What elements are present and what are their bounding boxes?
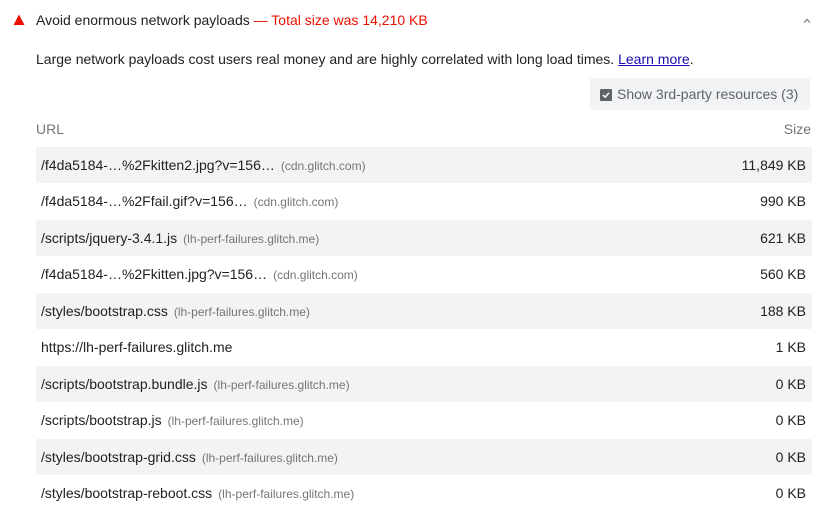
resource-origin: (lh-perf-failures.glitch.me)	[183, 231, 320, 246]
table-row: /scripts/jquery-3.4.1.js (lh-perf-failure…	[36, 219, 812, 257]
resource-size: 0 KB	[775, 484, 806, 501]
column-header-size: Size	[783, 121, 811, 137]
table-row: /styles/bootstrap.css (lh-perf-failures.g…	[36, 292, 812, 330]
column-header-url: URL	[36, 121, 65, 137]
resource-table: /f4da5184-…%2Fkitten2.jpg?v=156… (cdn.gli…	[36, 147, 812, 511]
resource-url[interactable]: /scripts/bootstrap.js (lh-perf-failures.g…	[41, 412, 304, 428]
resource-url[interactable]: /scripts/bootstrap.bundle.js (lh-perf-fai…	[41, 376, 350, 392]
resource-path: https://lh-perf-failures.glitch.me	[41, 339, 233, 356]
resource-path: /styles/bootstrap-grid.css	[41, 448, 196, 465]
table-row: /styles/bootstrap-grid.css (lh-perf-failu…	[36, 438, 812, 475]
audit-header[interactable]: Avoid enormous network payloads — Total …	[0, 0, 835, 40]
description-period: .	[689, 51, 694, 67]
warning-triangle-icon	[13, 14, 25, 25]
resource-path: /styles/bootstrap-reboot.css	[41, 484, 213, 501]
table-row: /scripts/bootstrap.bundle.js (lh-perf-fai…	[36, 365, 812, 403]
resource-path: /scripts/bootstrap.js	[41, 412, 162, 429]
resource-origin: (lh-perf-failures.glitch.me)	[218, 486, 355, 501]
audit-description-text: Large network payloads cost users real m…	[36, 51, 619, 67]
resource-origin: (cdn.glitch.com)	[253, 195, 339, 210]
resource-path: /scripts/bootstrap.bundle.js	[41, 375, 208, 392]
resource-origin: (lh-perf-failures.glitch.me)	[167, 414, 304, 429]
audit-title: Avoid enormous network payloads — Total …	[36, 12, 428, 28]
resource-url[interactable]: /f4da5184-…%2Fkitten.jpg?v=156… (cdn.glit…	[41, 266, 358, 282]
resource-origin: (lh-perf-failures.glitch.me)	[201, 450, 338, 465]
chevron-up-icon[interactable]	[801, 16, 813, 26]
resource-url[interactable]: /styles/bootstrap-grid.css (lh-perf-failu…	[41, 449, 338, 465]
resource-size: 990 KB	[760, 193, 806, 210]
audit-display-value: — Total size was 14,210 KB	[249, 12, 428, 28]
third-party-label[interactable]: Show 3rd-party resources (3)	[617, 86, 798, 102]
resource-url[interactable]: /f4da5184-…%2Fkitten2.jpg?v=156… (cdn.gli…	[41, 157, 366, 173]
resource-path: /styles/bootstrap.css	[41, 302, 168, 319]
third-party-checkbox[interactable]	[600, 89, 612, 101]
resource-size: 0 KB	[775, 448, 806, 465]
resource-size: 11,849 KB	[741, 157, 806, 173]
resource-size: 621 KB	[760, 229, 806, 246]
audit-title-text: Avoid enormous network payloads	[36, 12, 250, 28]
resource-url[interactable]: https://lh-perf-failures.glitch.me	[41, 339, 238, 355]
resource-url[interactable]: /styles/bootstrap.css (lh-perf-failures.g…	[41, 303, 310, 319]
table-row: /f4da5184-…%2Fkitten.jpg?v=156… (cdn.glit…	[36, 256, 812, 292]
table-row: /f4da5184-…%2Ffail.gif?v=156… (cdn.glitch…	[36, 183, 812, 219]
resource-origin: (lh-perf-failures.glitch.me)	[173, 304, 310, 319]
resource-origin: (cdn.glitch.com)	[273, 268, 358, 283]
resource-path: /scripts/jquery-3.4.1.js	[41, 229, 178, 246]
resource-origin: (cdn.glitch.com)	[280, 159, 366, 173]
checkmark-icon	[602, 92, 610, 99]
audit-description: Large network payloads cost users real m…	[36, 51, 694, 67]
learn-more-link[interactable]: Learn more	[618, 51, 690, 67]
resource-size: 188 KB	[760, 302, 806, 319]
table-row: /scripts/bootstrap.js (lh-perf-failures.g…	[36, 402, 812, 438]
resource-size: 1 KB	[775, 339, 806, 356]
table-row: /f4da5184-…%2Fkitten2.jpg?v=156… (cdn.gli…	[36, 147, 812, 184]
resource-size: 0 KB	[775, 375, 806, 392]
resource-url[interactable]: /styles/bootstrap-reboot.css (lh-perf-fai…	[41, 485, 354, 501]
resource-path: /f4da5184-…%2Ffail.gif?v=156…	[41, 193, 248, 210]
resource-url[interactable]: /scripts/jquery-3.4.1.js (lh-perf-failure…	[41, 230, 319, 246]
resource-path: /f4da5184-…%2Fkitten.jpg?v=156…	[41, 266, 268, 283]
table-row: https://lh-perf-failures.glitch.me 1 KB	[36, 329, 812, 365]
resource-origin: (lh-perf-failures.glitch.me)	[213, 377, 350, 392]
resource-size: 0 KB	[775, 412, 806, 429]
third-party-filter[interactable]: Show 3rd-party resources (3)	[590, 78, 810, 110]
resource-url[interactable]: /f4da5184-…%2Ffail.gif?v=156… (cdn.glitch…	[41, 193, 338, 209]
table-row: /styles/bootstrap-reboot.css (lh-perf-fai…	[36, 475, 812, 511]
resource-path: /f4da5184-…%2Fkitten2.jpg?v=156…	[41, 157, 275, 173]
resource-size: 560 KB	[760, 266, 806, 283]
